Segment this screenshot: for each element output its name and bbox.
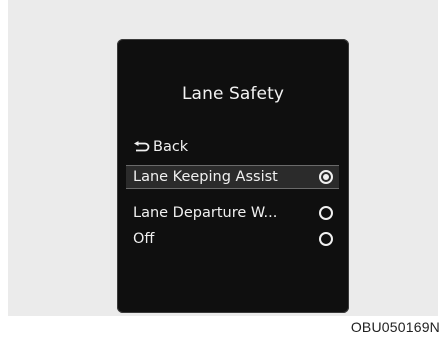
option-label: Off: [133, 231, 155, 247]
back-label: Back: [153, 139, 189, 155]
option-label: Lane Keeping Assist: [133, 169, 278, 185]
radio-unselected-icon[interactable]: [319, 206, 333, 220]
cluster-display: Lane Safety Back Lane Keeping Assist Lan…: [117, 39, 349, 313]
option-label: Lane Departure W...: [133, 205, 278, 221]
menu-title: Lane Safety: [181, 84, 284, 104]
option-off[interactable]: Off: [126, 227, 339, 251]
radio-unselected-icon[interactable]: [319, 232, 333, 246]
radio-selected-icon[interactable]: [319, 170, 333, 184]
back-button[interactable]: Back: [133, 136, 188, 158]
figure-code: OBU050169N: [350, 319, 440, 335]
option-lane-keeping-assist[interactable]: Lane Keeping Assist: [126, 165, 339, 189]
option-lane-departure-warning[interactable]: Lane Departure W...: [126, 201, 339, 225]
return-arrow-icon: [133, 140, 150, 154]
